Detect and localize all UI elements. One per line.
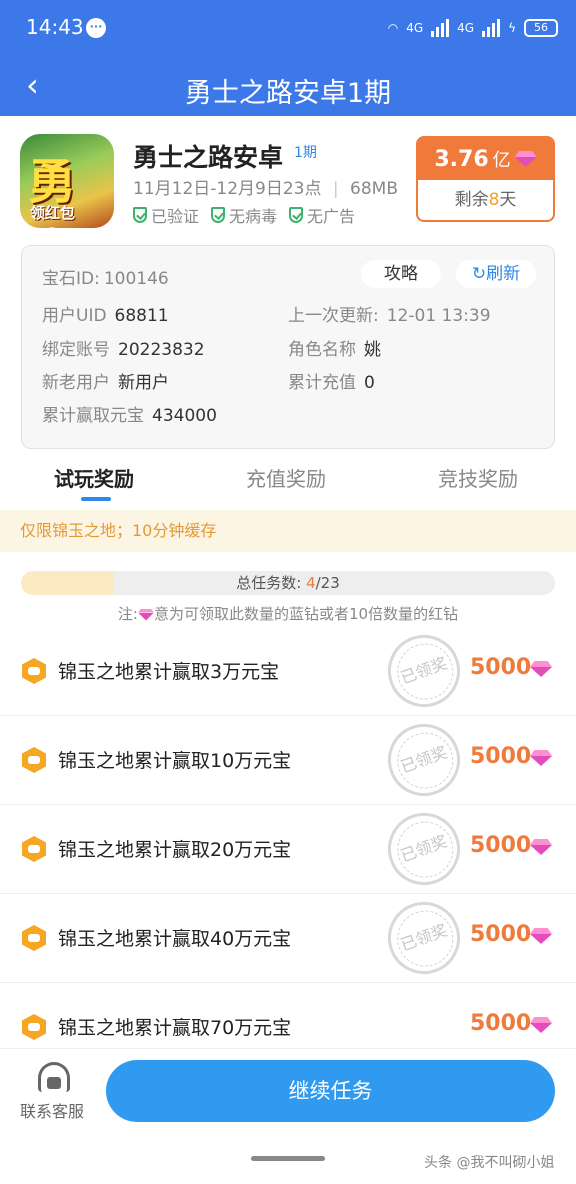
claimed-stamp: 已领奖 [377,802,471,896]
remaining-days: 8 [488,190,500,210]
user-uid: 用户UID 68811 [42,306,169,326]
nav-bar: ‹ 勇士之路安卓1期 [0,58,576,116]
total-recharge: 累计充值 0 [288,373,375,393]
charging-icon: ϟ [508,21,516,35]
total-won: 累计赢取元宝 434000 [42,406,217,426]
wifi-icon: ◠ [387,21,399,35]
reward-unit: 亿 [492,150,511,171]
notice-banner: 仅限锦玉之地；10分钟缓存 [0,510,576,552]
signal-icon-2 [482,19,501,37]
gamepad-icon [22,836,46,862]
claimed-stamp: 已领奖 [377,713,471,807]
role-name: 角色名称姚 [288,340,381,360]
gamepad-icon [22,1014,46,1040]
network-label-1: 4G [406,21,424,35]
watermark: 头条 @我不叫砌小姐 [424,1155,555,1171]
task-reward-value: 5000 [470,1011,532,1036]
period-badge: 1期 [294,145,317,161]
game-size: 68MB [350,179,398,199]
task-item[interactable]: 锦玉之地累计赢取40万元宝 已领奖 5000 [0,891,576,985]
tab-competition-reward[interactable]: 竞技奖励 [438,463,518,492]
shield-check-icon [133,207,147,223]
game-dates: 11月12日-12月9日23点 | 68MB [133,179,398,199]
tab-trial-reward[interactable]: 试玩奖励 [54,463,134,492]
task-label: 锦玉之地累计赢取20万元宝 [58,839,292,861]
network-label-2: 4G [457,21,475,35]
progress-text: 总任务数: 4/23 [236,574,340,592]
account-info-card: 宝石ID: 100146 攻略 ↻刷新 用户UID 68811 上一次更新: 12-0… [21,245,555,449]
refresh-button[interactable]: ↻刷新 [456,260,536,288]
reward-total: 3.76 亿 [418,138,553,180]
diamond-icon [530,839,552,855]
claimed-stamp: 已领奖 [377,624,471,718]
task-reward-value: 5000 [470,744,532,769]
task-progress: 总任务数: 4/23 [21,571,555,595]
message-icon: ··· [86,18,106,38]
game-icon-subtitle: 领红包 [30,204,76,222]
claimed-stamp: 已领奖 [377,891,471,985]
reward-box: 3.76 亿 剩余8天 [416,136,555,222]
gamepad-icon [22,925,46,951]
user-type: 新老用户 新用户 [42,373,169,393]
headset-icon[interactable] [38,1062,70,1092]
diamond-icon [138,609,154,621]
refresh-icon: ↻ [471,264,487,284]
gamepad-icon [22,747,46,773]
contact-service-label[interactable]: 联系客服 [20,1098,84,1122]
progress-done: 4 [306,574,316,592]
diamond-icon [530,928,552,944]
tab-indicator [81,497,111,501]
task-label: 锦玉之地累计赢取40万元宝 [58,928,292,950]
task-item[interactable]: 锦玉之地累计赢取20万元宝 已领奖 5000 [0,802,576,896]
game-app-icon: 勇士 领红包 [20,134,114,228]
badge-verified: 已验证 [133,203,199,227]
page-title: 勇士之路安卓1期 [184,78,392,109]
badge-no-ads: 无广告 [289,203,355,227]
task-reward-value: 5000 [470,655,532,680]
game-name: 勇士之路安卓 [133,143,284,172]
guide-button[interactable]: 攻略 [361,260,441,288]
gamepad-icon [22,658,46,684]
battery-icon: 56 [524,19,558,37]
shield-check-icon [289,207,304,223]
signal-icon [431,19,450,37]
bound-account: 绑定账号 20223832 [42,340,205,360]
tab-recharge-reward[interactable]: 充值奖励 [246,463,326,492]
last-update: 上一次更新: 12-01 13:39 [288,306,491,326]
task-label: 锦玉之地累计赢取3万元宝 [58,661,280,683]
badge-no-virus: 无病毒 [211,203,277,227]
task-reward-value: 5000 [470,833,532,858]
verification-badges: 已验证 无病毒 无广告 [133,203,355,227]
diamond-icon [530,661,552,677]
task-item[interactable]: 锦玉之地累计赢取3万元宝 已领奖 5000 [0,624,576,718]
date-range: 11月12日-12月9日23点 [133,179,322,199]
continue-task-button[interactable]: 继续任务 [106,1060,555,1122]
task-label: 锦玉之地累计赢取10万元宝 [58,750,292,772]
diamond-icon [515,151,537,167]
status-time: 14:43 [26,15,84,39]
diamond-icon [530,1017,552,1033]
task-reward-value: 5000 [470,922,532,947]
diamond-icon [530,750,552,766]
diamond-note: 注: 意为可领取此数量的蓝钻或者10倍数量的红钻 [117,605,459,623]
shield-check-icon [211,207,226,223]
gem-id: 宝石ID: 100146 [42,269,169,289]
task-item[interactable]: 锦玉之地累计赢取10万元宝 已领奖 5000 [0,713,576,807]
home-indicator[interactable] [251,1156,325,1161]
status-bar: 14:43 ··· ◠ 4G 4G ϟ 56 [0,0,576,58]
reward-remaining: 剩余8天 [454,190,517,210]
reward-amount: 3.76 [434,146,489,172]
task-label: 锦玉之地累计赢取70万元宝 [58,1017,292,1039]
status-icons: ◠ 4G 4G ϟ 56 [388,16,558,40]
